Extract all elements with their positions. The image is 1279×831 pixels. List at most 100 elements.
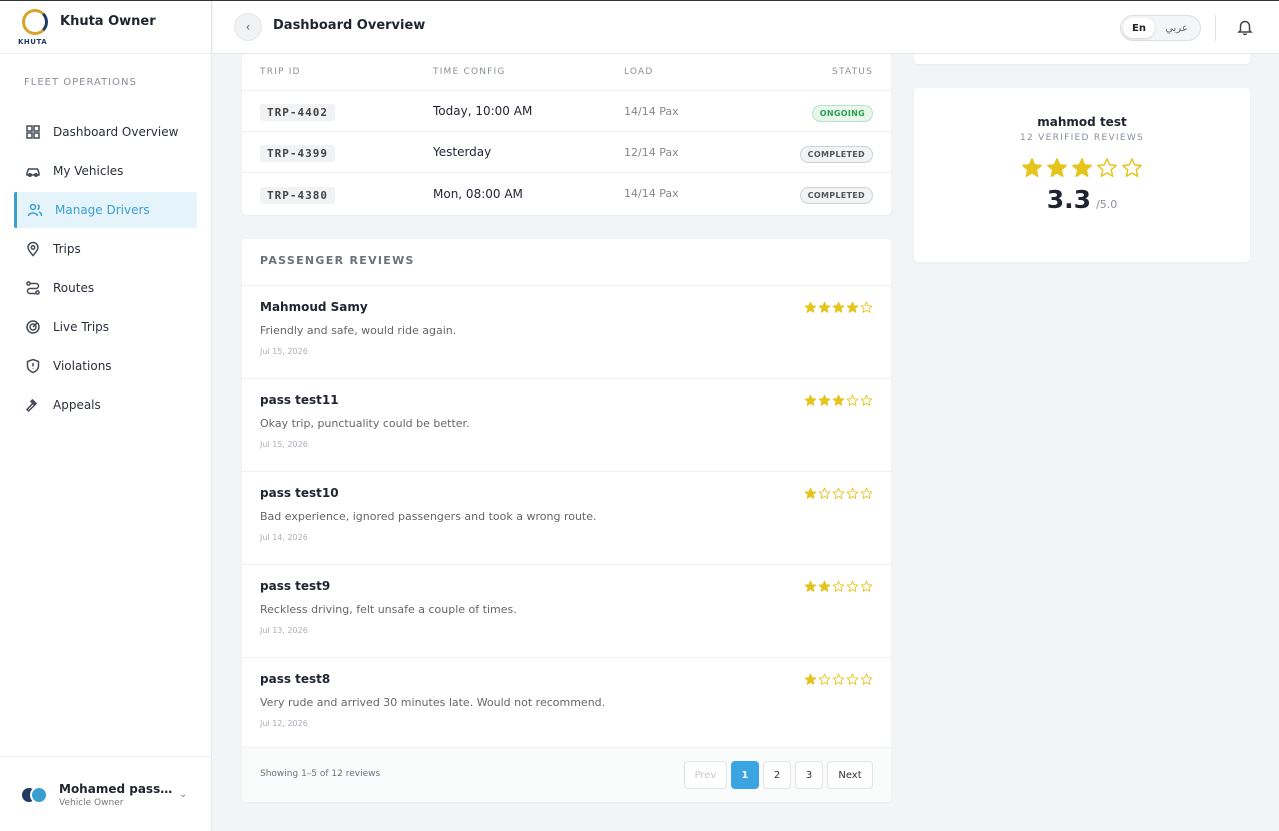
star-filled-icon — [1022, 158, 1042, 177]
sidebar-item-label: Trips — [53, 242, 81, 256]
review-date: Jul 14, 2026 — [260, 533, 308, 542]
trip-load: 14/14 Pax — [624, 187, 679, 200]
review-date: Jul 12, 2026 — [260, 719, 308, 728]
table-row[interactable]: TRP-4402 Today, 10:00 AM 14/14 Pax ONGOI… — [242, 91, 891, 132]
star-empty-icon — [832, 580, 845, 592]
language-toggle[interactable]: En عربي — [1120, 15, 1201, 41]
trip-load: 12/14 Pax — [624, 145, 679, 159]
sidebar-nav: Dashboard Overview My Vehicles Manage Dr… — [0, 114, 211, 423]
page-button-1[interactable]: 1 — [731, 761, 759, 789]
star-empty-icon — [846, 487, 859, 499]
star-filled-icon — [818, 580, 831, 592]
star-empty-icon — [860, 580, 873, 592]
driver-rating-card: mahmod test 12 VERIFIED REVIEWS 3.3 /5.0 — [914, 88, 1250, 262]
sidebar: KHUTA Khuta Owner FLEET OPERATIONS Dashb… — [0, 1, 212, 831]
prev-page-button[interactable]: Prev — [684, 761, 727, 789]
avatar — [20, 785, 48, 804]
star-empty-icon — [860, 394, 873, 406]
lang-en-option[interactable]: En — [1123, 18, 1155, 38]
list-item: pass test11 Okay trip, punctuality could… — [242, 379, 891, 472]
star-empty-icon — [846, 673, 859, 685]
list-item: pass test8 Very rude and arrived 30 minu… — [242, 658, 891, 751]
sidebar-item-appeals[interactable]: Appeals — [14, 387, 197, 423]
star-filled-icon — [846, 301, 859, 313]
sidebar-item-violations[interactable]: Violations — [14, 348, 197, 384]
star-empty-icon — [860, 301, 873, 313]
star-empty-icon — [846, 580, 859, 592]
user-menu[interactable]: Mohamed passeng... Vehicle Owner ⌄ — [0, 756, 211, 831]
sidebar-item-my-vehicles[interactable]: My Vehicles — [14, 153, 197, 189]
sidebar-item-live-trips[interactable]: Live Trips — [14, 309, 197, 345]
sidebar-item-manage-drivers[interactable]: Manage Drivers — [14, 192, 197, 228]
column-header-trip-id: TRIP ID — [260, 67, 301, 77]
review-text: Bad experience, ignored passengers and t… — [260, 510, 597, 523]
trip-id: TRP-4399 — [260, 145, 335, 162]
review-text: Reckless driving, felt unsafe a couple o… — [260, 603, 517, 616]
trip-id: TRP-4380 — [260, 186, 335, 204]
star-filled-icon — [804, 487, 817, 499]
star-filled-icon — [818, 394, 831, 406]
sidebar-item-label: My Vehicles — [53, 164, 124, 178]
car-icon — [26, 168, 40, 177]
page-button-3[interactable]: 3 — [795, 761, 823, 789]
star-empty-icon — [832, 487, 845, 499]
status-badge: ONGOING — [811, 104, 873, 122]
reviewer-name: pass test10 — [260, 486, 339, 500]
list-item: pass test9 Reckless driving, felt unsafe… — [242, 565, 891, 658]
gavel-icon — [25, 398, 38, 413]
pagination: Prev 1 2 3 Next — [684, 761, 873, 789]
section-label: FLEET OPERATIONS — [24, 77, 137, 88]
pagination-bar: Showing 1–5 of 12 reviews Prev 1 2 3 Nex… — [242, 747, 891, 802]
star-empty-icon — [860, 673, 873, 685]
trips-table: TRIP ID TIME CONFIG LOAD STATUS TRP-4402… — [242, 54, 891, 215]
sidebar-item-dashboard-overview[interactable]: Dashboard Overview — [14, 114, 197, 150]
review-list: Mahmoud Samy Friendly and safe, would ri… — [242, 286, 891, 751]
star-empty-icon — [860, 487, 873, 499]
table-row[interactable]: TRP-4399 Yesterday 12/14 Pax COMPLETED — [242, 132, 891, 173]
score-max: /5.0 — [1096, 198, 1118, 211]
review-date: Jul 13, 2026 — [260, 626, 308, 635]
khuta-logo: KHUTA — [18, 7, 52, 47]
list-item: pass test10 Bad experience, ignored pass… — [242, 472, 891, 565]
review-text: Friendly and safe, would ride again. — [260, 324, 457, 337]
reviewer-name: Mahmoud Samy — [260, 300, 368, 314]
route-icon — [26, 281, 40, 295]
notifications-button[interactable] — [1236, 18, 1254, 36]
review-date: Jul 15, 2026 — [260, 347, 308, 356]
next-page-button[interactable]: Next — [827, 761, 873, 789]
brand[interactable]: KHUTA Khuta Owner — [0, 1, 211, 54]
trip-time: Mon, 08:00 AM — [433, 186, 523, 201]
star-filled-icon — [832, 301, 845, 313]
star-filled-icon — [1072, 158, 1092, 177]
shield-alert-icon — [26, 358, 40, 374]
sidebar-item-trips[interactable]: Trips — [14, 231, 197, 267]
table-header: TRIP ID TIME CONFIG LOAD STATUS — [242, 54, 891, 91]
star-rating — [804, 673, 873, 686]
back-button[interactable]: ‹ — [234, 13, 262, 41]
review-text: Okay trip, punctuality could be better. — [260, 417, 470, 430]
list-item: Mahmoud Samy Friendly and safe, would ri… — [242, 286, 891, 379]
star-empty-icon — [1122, 158, 1142, 177]
star-rating — [914, 157, 1250, 179]
column-header-status: STATUS — [832, 67, 873, 77]
star-empty-icon — [846, 394, 859, 406]
trip-time: Yesterday — [433, 145, 492, 159]
trip-id: TRP-4402 — [260, 104, 335, 121]
sidebar-item-label: Violations — [53, 359, 112, 373]
reviewer-name: pass test11 — [260, 393, 339, 407]
lang-ar-option[interactable]: عربي — [1155, 23, 1198, 34]
page-title: Dashboard Overview — [273, 18, 426, 33]
sidebar-item-label: Live Trips — [53, 320, 110, 334]
sidebar-item-routes[interactable]: Routes — [14, 270, 197, 306]
star-filled-icon — [1047, 158, 1067, 177]
star-empty-icon — [1097, 158, 1117, 177]
passenger-reviews-card: PASSENGER REVIEWS Mahmoud Samy Friendly … — [242, 239, 891, 802]
radar-icon — [26, 320, 40, 334]
star-filled-icon — [818, 301, 831, 313]
star-rating — [804, 394, 873, 407]
reviews-title: PASSENGER REVIEWS — [242, 239, 891, 286]
page-button-2[interactable]: 2 — [763, 761, 791, 789]
table-row[interactable]: TRP-4380 Mon, 08:00 AM 14/14 Pax COMPLET… — [242, 173, 891, 214]
verified-reviews-count: 12 VERIFIED REVIEWS — [1019, 133, 1145, 143]
driver-name: mahmod test — [1037, 115, 1127, 129]
